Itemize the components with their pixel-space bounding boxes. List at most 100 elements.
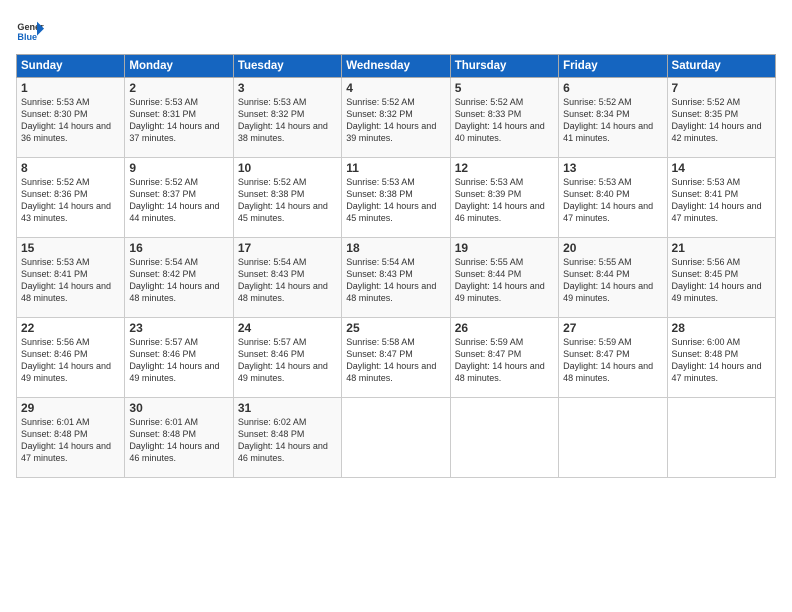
day-detail: Sunrise: 5:52 AMSunset: 8:33 PMDaylight:… (455, 96, 554, 145)
calendar-cell: 25 Sunrise: 5:58 AMSunset: 8:47 PMDaylig… (342, 318, 450, 398)
day-number: 1 (21, 81, 120, 95)
day-number: 21 (672, 241, 771, 255)
day-number: 14 (672, 161, 771, 175)
calendar-cell: 11 Sunrise: 5:53 AMSunset: 8:38 PMDaylig… (342, 158, 450, 238)
day-detail: Sunrise: 5:52 AMSunset: 8:38 PMDaylight:… (238, 176, 337, 225)
day-detail: Sunrise: 5:54 AMSunset: 8:43 PMDaylight:… (238, 256, 337, 305)
day-number: 20 (563, 241, 662, 255)
day-detail: Sunrise: 5:53 AMSunset: 8:39 PMDaylight:… (455, 176, 554, 225)
day-number: 3 (238, 81, 337, 95)
calendar-cell (450, 398, 558, 478)
day-number: 19 (455, 241, 554, 255)
day-number: 15 (21, 241, 120, 255)
calendar-cell: 7 Sunrise: 5:52 AMSunset: 8:35 PMDayligh… (667, 78, 775, 158)
calendar-cell: 19 Sunrise: 5:55 AMSunset: 8:44 PMDaylig… (450, 238, 558, 318)
day-detail: Sunrise: 5:53 AMSunset: 8:41 PMDaylight:… (21, 256, 120, 305)
calendar-cell: 12 Sunrise: 5:53 AMSunset: 8:39 PMDaylig… (450, 158, 558, 238)
day-number: 31 (238, 401, 337, 415)
day-detail: Sunrise: 5:57 AMSunset: 8:46 PMDaylight:… (238, 336, 337, 385)
day-detail: Sunrise: 5:53 AMSunset: 8:32 PMDaylight:… (238, 96, 337, 145)
logo: General Blue (16, 16, 44, 44)
day-number: 29 (21, 401, 120, 415)
calendar-cell: 8 Sunrise: 5:52 AMSunset: 8:36 PMDayligh… (17, 158, 125, 238)
day-number: 12 (455, 161, 554, 175)
calendar-cell: 28 Sunrise: 6:00 AMSunset: 8:48 PMDaylig… (667, 318, 775, 398)
day-number: 9 (129, 161, 228, 175)
day-detail: Sunrise: 5:52 AMSunset: 8:36 PMDaylight:… (21, 176, 120, 225)
day-detail: Sunrise: 5:55 AMSunset: 8:44 PMDaylight:… (563, 256, 662, 305)
day-number: 2 (129, 81, 228, 95)
calendar-cell: 1 Sunrise: 5:53 AMSunset: 8:30 PMDayligh… (17, 78, 125, 158)
day-number: 28 (672, 321, 771, 335)
day-detail: Sunrise: 5:52 AMSunset: 8:35 PMDaylight:… (672, 96, 771, 145)
calendar-cell: 22 Sunrise: 5:56 AMSunset: 8:46 PMDaylig… (17, 318, 125, 398)
day-detail: Sunrise: 5:53 AMSunset: 8:38 PMDaylight:… (346, 176, 445, 225)
day-number: 24 (238, 321, 337, 335)
weekday-header-tuesday: Tuesday (233, 55, 341, 78)
calendar-week-row: 22 Sunrise: 5:56 AMSunset: 8:46 PMDaylig… (17, 318, 776, 398)
day-number: 25 (346, 321, 445, 335)
calendar-cell: 23 Sunrise: 5:57 AMSunset: 8:46 PMDaylig… (125, 318, 233, 398)
calendar-cell: 17 Sunrise: 5:54 AMSunset: 8:43 PMDaylig… (233, 238, 341, 318)
day-detail: Sunrise: 5:59 AMSunset: 8:47 PMDaylight:… (455, 336, 554, 385)
day-detail: Sunrise: 5:53 AMSunset: 8:41 PMDaylight:… (672, 176, 771, 225)
day-detail: Sunrise: 5:56 AMSunset: 8:45 PMDaylight:… (672, 256, 771, 305)
weekday-header-wednesday: Wednesday (342, 55, 450, 78)
calendar-cell: 15 Sunrise: 5:53 AMSunset: 8:41 PMDaylig… (17, 238, 125, 318)
day-number: 27 (563, 321, 662, 335)
page-header: General Blue (16, 16, 776, 44)
day-detail: Sunrise: 5:53 AMSunset: 8:40 PMDaylight:… (563, 176, 662, 225)
weekday-header-friday: Friday (559, 55, 667, 78)
day-detail: Sunrise: 5:53 AMSunset: 8:31 PMDaylight:… (129, 96, 228, 145)
calendar-cell: 18 Sunrise: 5:54 AMSunset: 8:43 PMDaylig… (342, 238, 450, 318)
calendar-week-row: 8 Sunrise: 5:52 AMSunset: 8:36 PMDayligh… (17, 158, 776, 238)
day-number: 17 (238, 241, 337, 255)
calendar-cell: 9 Sunrise: 5:52 AMSunset: 8:37 PMDayligh… (125, 158, 233, 238)
calendar-cell: 14 Sunrise: 5:53 AMSunset: 8:41 PMDaylig… (667, 158, 775, 238)
day-number: 4 (346, 81, 445, 95)
calendar-cell (342, 398, 450, 478)
day-number: 6 (563, 81, 662, 95)
calendar-cell: 13 Sunrise: 5:53 AMSunset: 8:40 PMDaylig… (559, 158, 667, 238)
calendar-cell: 2 Sunrise: 5:53 AMSunset: 8:31 PMDayligh… (125, 78, 233, 158)
calendar-cell (667, 398, 775, 478)
calendar-cell: 29 Sunrise: 6:01 AMSunset: 8:48 PMDaylig… (17, 398, 125, 478)
weekday-header-sunday: Sunday (17, 55, 125, 78)
day-number: 8 (21, 161, 120, 175)
day-number: 26 (455, 321, 554, 335)
calendar-cell: 3 Sunrise: 5:53 AMSunset: 8:32 PMDayligh… (233, 78, 341, 158)
day-number: 30 (129, 401, 228, 415)
calendar-week-row: 1 Sunrise: 5:53 AMSunset: 8:30 PMDayligh… (17, 78, 776, 158)
calendar-cell (559, 398, 667, 478)
day-detail: Sunrise: 5:54 AMSunset: 8:43 PMDaylight:… (346, 256, 445, 305)
calendar-week-row: 29 Sunrise: 6:01 AMSunset: 8:48 PMDaylig… (17, 398, 776, 478)
calendar-cell: 21 Sunrise: 5:56 AMSunset: 8:45 PMDaylig… (667, 238, 775, 318)
weekday-header-monday: Monday (125, 55, 233, 78)
calendar-cell: 4 Sunrise: 5:52 AMSunset: 8:32 PMDayligh… (342, 78, 450, 158)
day-number: 5 (455, 81, 554, 95)
day-detail: Sunrise: 5:54 AMSunset: 8:42 PMDaylight:… (129, 256, 228, 305)
day-number: 10 (238, 161, 337, 175)
day-detail: Sunrise: 5:53 AMSunset: 8:30 PMDaylight:… (21, 96, 120, 145)
day-detail: Sunrise: 5:52 AMSunset: 8:32 PMDaylight:… (346, 96, 445, 145)
day-detail: Sunrise: 5:56 AMSunset: 8:46 PMDaylight:… (21, 336, 120, 385)
calendar-table: SundayMondayTuesdayWednesdayThursdayFrid… (16, 54, 776, 478)
calendar-cell: 16 Sunrise: 5:54 AMSunset: 8:42 PMDaylig… (125, 238, 233, 318)
day-detail: Sunrise: 6:01 AMSunset: 8:48 PMDaylight:… (21, 416, 120, 465)
calendar-cell: 31 Sunrise: 6:02 AMSunset: 8:48 PMDaylig… (233, 398, 341, 478)
day-number: 18 (346, 241, 445, 255)
day-number: 13 (563, 161, 662, 175)
calendar-cell: 27 Sunrise: 5:59 AMSunset: 8:47 PMDaylig… (559, 318, 667, 398)
calendar-week-row: 15 Sunrise: 5:53 AMSunset: 8:41 PMDaylig… (17, 238, 776, 318)
calendar-cell: 20 Sunrise: 5:55 AMSunset: 8:44 PMDaylig… (559, 238, 667, 318)
weekday-header-saturday: Saturday (667, 55, 775, 78)
calendar-cell: 5 Sunrise: 5:52 AMSunset: 8:33 PMDayligh… (450, 78, 558, 158)
day-number: 23 (129, 321, 228, 335)
day-detail: Sunrise: 6:02 AMSunset: 8:48 PMDaylight:… (238, 416, 337, 465)
day-number: 7 (672, 81, 771, 95)
day-detail: Sunrise: 5:55 AMSunset: 8:44 PMDaylight:… (455, 256, 554, 305)
weekday-header-thursday: Thursday (450, 55, 558, 78)
day-detail: Sunrise: 5:52 AMSunset: 8:34 PMDaylight:… (563, 96, 662, 145)
calendar-cell: 24 Sunrise: 5:57 AMSunset: 8:46 PMDaylig… (233, 318, 341, 398)
logo-icon: General Blue (16, 16, 44, 44)
